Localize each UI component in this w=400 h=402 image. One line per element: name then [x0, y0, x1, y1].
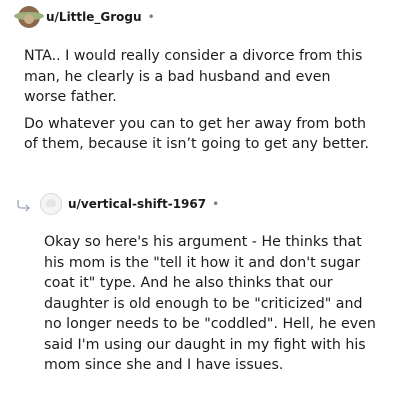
user-avatar[interactable]: [14, 6, 44, 28]
comment-header: u/Little_Grogu •: [14, 3, 155, 31]
username-link[interactable]: u/vertical-shift-1967: [68, 197, 206, 211]
comment-paragraph: Okay so here's his argument - He thinks …: [44, 234, 376, 373]
meta-separator: •: [212, 197, 220, 211]
meta-separator: •: [147, 10, 155, 24]
username-link[interactable]: u/Little_Grogu: [46, 10, 142, 24]
comment-body: Okay so here's his argument - He thinks …: [44, 232, 384, 382]
reply-arrow-icon: [17, 200, 30, 212]
comment-header: u/vertical-shift-1967 •: [40, 190, 219, 218]
comment-paragraph: Do whatever you can to get her away from…: [24, 115, 369, 153]
comment-body: NTA.. I would really consider a divorce …: [24, 46, 374, 161]
comment-paragraph: NTA.. I would really consider a divorce …: [24, 48, 363, 105]
user-avatar[interactable]: [40, 193, 62, 215]
